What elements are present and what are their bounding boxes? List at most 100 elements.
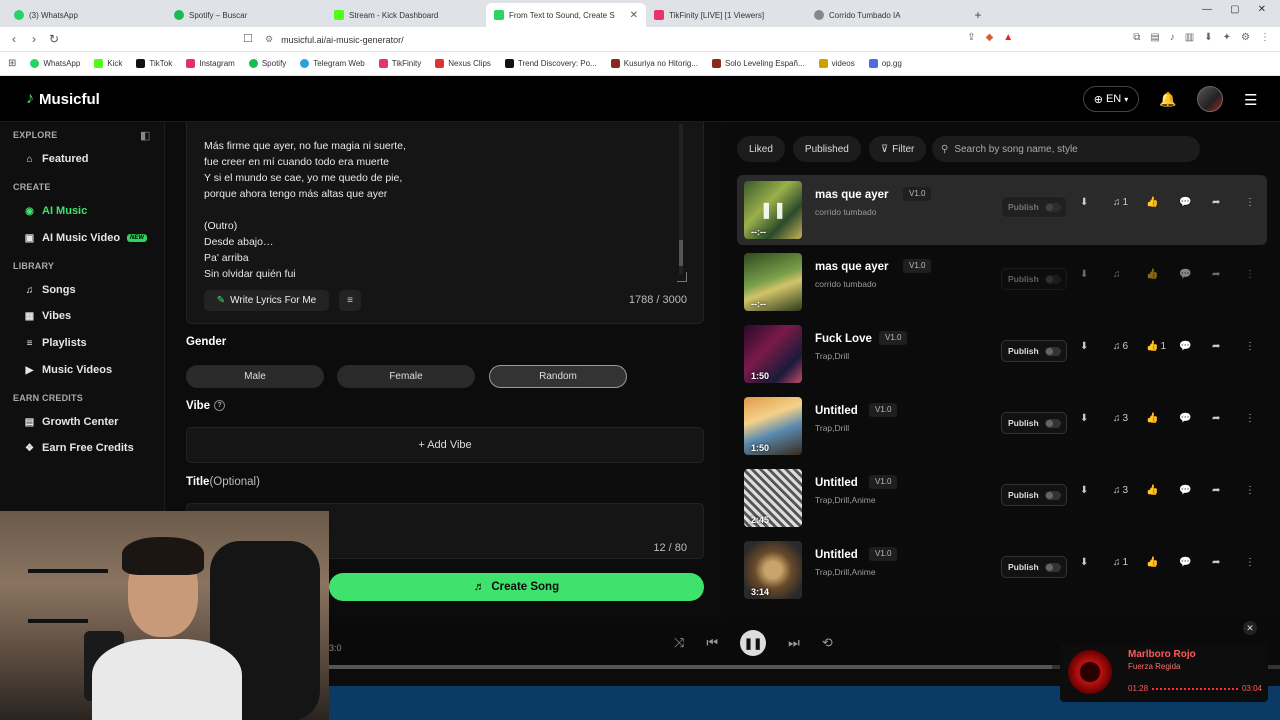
sidebar-item-music-videos[interactable]: ▶ Music Videos [24, 364, 112, 376]
hamburger-menu-icon[interactable]: ☰ [1244, 91, 1257, 109]
shield-icon[interactable]: ◆ [986, 32, 994, 43]
sidebar-item-earn-free-credits[interactable]: ❖ Earn Free Credits [24, 442, 134, 454]
music-icon[interactable]: ♪ [1170, 32, 1175, 43]
sidebar-item-vibes[interactable]: ▦ Vibes [24, 310, 71, 322]
lyrics-textarea[interactable]: Más firme que ayer, no fue magia ni suer… [186, 122, 704, 324]
share-icon[interactable]: ➦ [1212, 413, 1245, 424]
create-song-button[interactable]: ♬ Create Song [329, 573, 704, 601]
like-icon[interactable]: 👍 1 [1146, 341, 1179, 352]
more-options-icon[interactable]: ⋮ [1245, 341, 1278, 352]
headphones-icon[interactable]: ♫ 1 [1113, 197, 1146, 208]
tab-search-icon[interactable]: ▤ [1150, 32, 1159, 43]
share-icon[interactable]: ➦ [1212, 485, 1245, 496]
headphones-icon[interactable]: ♫ 6 [1113, 341, 1146, 352]
filter-published-button[interactable]: Published [792, 136, 861, 162]
comment-icon[interactable]: 💬 [1179, 197, 1212, 208]
download-icon[interactable]: ⬇ [1080, 341, 1113, 352]
profile-icon[interactable]: ⋮ [1260, 32, 1270, 43]
song-cover[interactable]: 1:50 [744, 397, 802, 455]
more-options-icon[interactable]: ⋮ [1245, 485, 1278, 496]
song-title[interactable]: mas que ayer [815, 261, 889, 273]
comment-icon[interactable]: 💬 [1179, 341, 1212, 352]
notification-bell-icon[interactable]: 🔔 [1159, 91, 1176, 108]
resize-handle[interactable] [677, 272, 687, 282]
sidebar-item-growth-center[interactable]: ▤ Growth Center [24, 416, 119, 428]
user-avatar[interactable] [1197, 86, 1223, 112]
shuffle-icon[interactable]: ⤨ [674, 635, 684, 651]
publish-toggle[interactable]: Publish [1001, 268, 1067, 290]
filter-button[interactable]: ⊽ Filter [868, 136, 927, 162]
tab-tikfinity[interactable]: TikFinity [LIVE] [1 Viewers] [646, 3, 806, 27]
download-icon[interactable]: ⬇ [1080, 485, 1113, 496]
tab-spotify[interactable]: Spotify – Buscar [166, 3, 326, 27]
settings-icon[interactable]: ⚙ [1241, 32, 1250, 43]
bookmark-icon[interactable]: ☐ [243, 32, 253, 45]
share-icon[interactable]: ➦ [1212, 341, 1245, 352]
song-cover[interactable]: 3:14 [744, 541, 802, 599]
musicful-logo[interactable]: ♪ Musicful [26, 90, 100, 108]
pause-button[interactable]: ❚❚ [740, 630, 767, 656]
sidebar-item-ai-music-video[interactable]: ▣ AI Music Video NEW [24, 232, 148, 244]
publish-toggle[interactable]: Publish [1001, 340, 1067, 362]
toggle-switch[interactable] [1044, 202, 1061, 212]
like-icon[interactable]: 👍 [1146, 197, 1179, 208]
add-vibe-button[interactable]: + Add Vibe [186, 427, 704, 463]
song-cover[interactable]: ❚❚ --:-- [744, 181, 802, 239]
song-title[interactable]: mas que ayer [815, 189, 889, 201]
lyrics-format-button[interactable]: ≡ [339, 290, 361, 311]
song-cover[interactable]: 2:45 [744, 469, 802, 527]
sidebar-icon[interactable]: ▥ [1185, 32, 1194, 43]
comment-icon[interactable]: 💬 [1179, 485, 1212, 496]
more-options-icon[interactable]: ⋮ [1245, 413, 1278, 424]
gender-random-button[interactable]: Random [489, 365, 627, 388]
publish-toggle[interactable]: Publish [1001, 484, 1067, 506]
comment-icon[interactable]: 💬 [1179, 269, 1212, 280]
song-cover[interactable]: --:-- [744, 253, 802, 311]
bookmark-tikfinity[interactable]: TikFinity [378, 59, 421, 68]
bookmark-nexus[interactable]: Nexus Clips [435, 59, 491, 68]
sidebar-item-ai-music[interactable]: ◉ AI Music [24, 205, 87, 217]
song-row[interactable]: 1:50 Fuck Love V1.0 Trap,Drill Publish ⬇… [737, 319, 1267, 389]
bookmark-trend[interactable]: Trend Discovery: Po... [504, 59, 597, 68]
close-overlay-icon[interactable]: ✕ [1243, 621, 1257, 635]
bookmark-videos[interactable]: videos [818, 59, 855, 68]
headphones-icon[interactable]: ♫ [1113, 269, 1146, 280]
comment-icon[interactable]: 💬 [1179, 413, 1212, 424]
gender-female-button[interactable]: Female [337, 365, 475, 388]
like-icon[interactable]: 👍 [1146, 557, 1179, 568]
song-row[interactable]: 1:50 Untitled V1.0 Trap,Drill Publish ⬇ … [737, 391, 1267, 461]
song-row[interactable]: 2:45 Untitled V1.0 Trap,Drill,Anime Publ… [737, 463, 1267, 533]
more-options-icon[interactable]: ⋮ [1245, 197, 1278, 208]
more-options-icon[interactable]: ⋮ [1245, 557, 1278, 568]
extensions-icon[interactable]: ⧉ [1133, 32, 1140, 43]
like-icon[interactable]: 👍 [1146, 269, 1179, 280]
filter-liked-button[interactable]: Liked [737, 136, 785, 162]
toggle-switch[interactable] [1044, 490, 1061, 500]
song-title[interactable]: Fuck Love [815, 333, 872, 345]
maximize-icon[interactable]: ▢ [1230, 4, 1239, 15]
bookmark-tiktok[interactable]: TikTok [136, 59, 172, 68]
bookmark-telegram[interactable]: Telegram Web [300, 59, 365, 68]
comment-icon[interactable]: 💬 [1179, 557, 1212, 568]
write-lyrics-button[interactable]: ✎ Write Lyrics For Me [204, 290, 329, 311]
apps-grid-icon[interactable]: ⊞ [8, 58, 16, 69]
next-icon[interactable]: ⏭ [788, 635, 800, 651]
close-tab-icon[interactable]: ✕ [630, 10, 638, 21]
song-row[interactable]: 3:14 Untitled V1.0 Trap,Drill,Anime Publ… [737, 535, 1267, 605]
url-field[interactable]: ⚙ musicful.ai/ai-music-generator/ [265, 31, 985, 48]
song-row[interactable]: ❚❚ --:-- mas que ayer V1.0 corrido tumba… [737, 175, 1267, 245]
toggle-switch[interactable] [1044, 274, 1061, 284]
share-icon[interactable]: ⇪ [967, 32, 975, 43]
bookmark-kick[interactable]: Kick [94, 59, 122, 68]
publish-toggle[interactable]: Publish [1001, 412, 1067, 434]
site-info-icon[interactable]: ⚙ [265, 34, 273, 45]
toggle-switch[interactable] [1044, 346, 1061, 356]
gender-male-button[interactable]: Male [186, 365, 324, 388]
repeat-icon[interactable]: ⟲ [822, 635, 833, 651]
share-icon[interactable]: ➦ [1212, 197, 1245, 208]
minimize-icon[interactable]: — [1202, 4, 1212, 15]
language-selector[interactable]: ⊕ EN ▾ [1083, 86, 1139, 112]
lyrics-scroll-thumb[interactable] [679, 240, 683, 266]
sidebar-item-playlists[interactable]: ≡ Playlists [24, 337, 87, 349]
song-title[interactable]: Untitled [815, 549, 858, 561]
